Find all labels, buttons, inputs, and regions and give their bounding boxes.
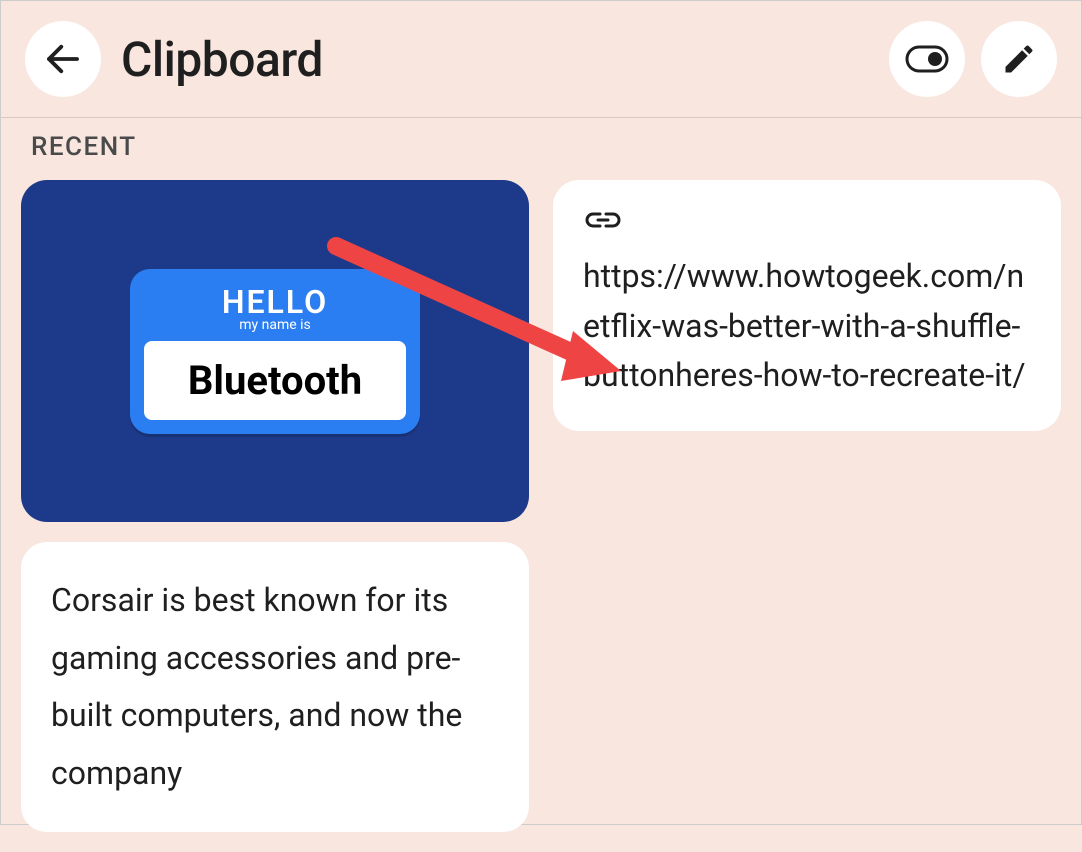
toggle-button[interactable]: [889, 21, 965, 97]
pencil-icon: [1001, 41, 1037, 77]
back-button[interactable]: [25, 21, 101, 97]
header-actions: [889, 21, 1057, 97]
nametag-hello: HELLO: [144, 283, 406, 321]
link-icon: [583, 208, 1031, 236]
clip-image[interactable]: HELLO my name is Bluetooth: [21, 180, 529, 522]
page-title: Clipboard: [121, 31, 869, 88]
arrow-left-icon: [42, 38, 84, 80]
link-url: https://www.howtogeek.com/netflix-was-be…: [583, 252, 1031, 401]
nametag-name: Bluetooth: [144, 341, 406, 420]
text-clip-content: Corsair is best known for its gaming acc…: [51, 572, 499, 802]
column-left: HELLO my name is Bluetooth Corsair is be…: [21, 180, 529, 832]
clips-container: HELLO my name is Bluetooth Corsair is be…: [1, 172, 1081, 852]
toggle-icon: [905, 45, 949, 73]
section-label: RECENT: [1, 118, 1081, 172]
header: Clipboard: [1, 1, 1081, 118]
nametag-sub: my name is: [144, 317, 406, 333]
nametag-graphic: HELLO my name is Bluetooth: [130, 269, 420, 434]
clip-link[interactable]: https://www.howtogeek.com/netflix-was-be…: [553, 180, 1061, 431]
clip-text[interactable]: Corsair is best known for its gaming acc…: [21, 542, 529, 832]
edit-button[interactable]: [981, 21, 1057, 97]
column-right: https://www.howtogeek.com/netflix-was-be…: [553, 180, 1061, 832]
